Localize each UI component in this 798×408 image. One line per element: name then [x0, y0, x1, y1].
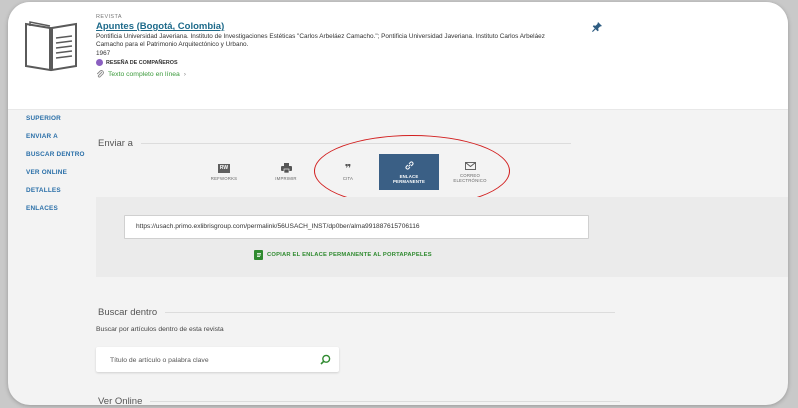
copy-permalink-button[interactable]: COPIAR EL ENLACE PERMANENTE AL PORTAPAPE… [254, 250, 432, 260]
search-within-heading: Buscar dentro [98, 307, 158, 318]
pin-icon[interactable] [592, 22, 602, 32]
section-divider [165, 312, 616, 313]
permalink-label: ENLACE PERMANENTE [392, 174, 426, 184]
chevron-right-icon: › [183, 70, 187, 78]
citation-label: CITA [342, 175, 354, 181]
view-online-section-title: Ver Online [98, 396, 621, 405]
mail-icon [464, 161, 476, 170]
refworks-label: REFWORKS [210, 175, 238, 181]
send-to-section-title: Enviar a [98, 138, 571, 149]
fulltext-link[interactable]: Texto completo en línea › [96, 70, 566, 78]
refworks-button[interactable]: RW REFWORKS [193, 154, 255, 190]
peer-review-badge: RESEÑA DE COMPAÑEROS [96, 59, 566, 66]
permalink-field[interactable]: https://usach.primo.exlibrisgroup.com/pe… [124, 215, 589, 239]
send-to-actions: RW REFWORKS IMPRIMIR ❞ CITA ENLACE PERMA… [193, 154, 501, 190]
fulltext-label: Texto completo en línea [108, 70, 180, 78]
copy-permalink-label: COPIAR EL ENLACE PERMANENTE AL PORTAPAPE… [267, 252, 432, 258]
permalink-panel: https://usach.primo.exlibrisgroup.com/pe… [96, 197, 788, 277]
record-meta: REVISTA Apuntes (Bogotá, Colombia) Ponti… [96, 14, 566, 78]
search-icon[interactable] [320, 354, 331, 365]
link-icon [404, 161, 414, 170]
sidebar-item-enviar-a[interactable]: ENVIAR A [26, 128, 96, 146]
print-label: IMPRIMIR [275, 176, 297, 181]
search-within-input[interactable] [96, 348, 296, 373]
sidebar-item-detalles[interactable]: DETALLES [26, 182, 96, 200]
book-icon [25, 21, 77, 72]
search-within-description: Buscar por artículos dentro de esta revi… [96, 326, 224, 333]
record-header: REVISTA Apuntes (Bogotá, Colombia) Ponti… [8, 2, 788, 110]
citation-button[interactable]: ❞ CITA [317, 154, 379, 190]
print-button[interactable]: IMPRIMIR [255, 154, 317, 190]
send-to-heading: Enviar a [98, 138, 133, 149]
clipboard-icon [254, 250, 263, 260]
sidebar-item-superior[interactable]: SUPERIOR [26, 110, 96, 128]
sidebar-nav: SUPERIOR ENVIAR A BUSCAR DENTRO VER ONLI… [26, 110, 96, 218]
section-divider [150, 401, 621, 402]
sidebar-item-enlaces[interactable]: ENLACES [26, 200, 96, 218]
record-publisher: Pontificia Universidad Javeriana. Instit… [96, 33, 545, 48]
view-online-heading: Ver Online [98, 396, 143, 405]
record-type: REVISTA [96, 14, 122, 20]
email-label: CORREO ELECTRÓNICO [453, 172, 487, 183]
sidebar-item-buscar-dentro[interactable]: BUSCAR DENTRO [26, 146, 96, 164]
search-within-box [96, 347, 339, 373]
printer-icon [280, 163, 292, 173]
refworks-icon: RW [218, 163, 230, 173]
section-divider [140, 143, 571, 144]
record-year: 1967 [96, 50, 111, 57]
search-within-section-title: Buscar dentro [98, 307, 616, 318]
quote-icon: ❞ [344, 161, 352, 175]
email-button[interactable]: CORREO ELECTRÓNICO [439, 154, 501, 190]
peer-review-label: RESEÑA DE COMPAÑEROS [106, 59, 178, 66]
peer-review-icon [96, 59, 103, 66]
record-title[interactable]: Apuntes (Bogotá, Colombia) [96, 21, 566, 32]
permalink-button[interactable]: ENLACE PERMANENTE [379, 154, 439, 190]
paperclip-icon [96, 70, 104, 78]
sidebar-item-ver-online[interactable]: VER ONLINE [26, 164, 96, 182]
page-frame: REVISTA Apuntes (Bogotá, Colombia) Ponti… [8, 2, 788, 405]
